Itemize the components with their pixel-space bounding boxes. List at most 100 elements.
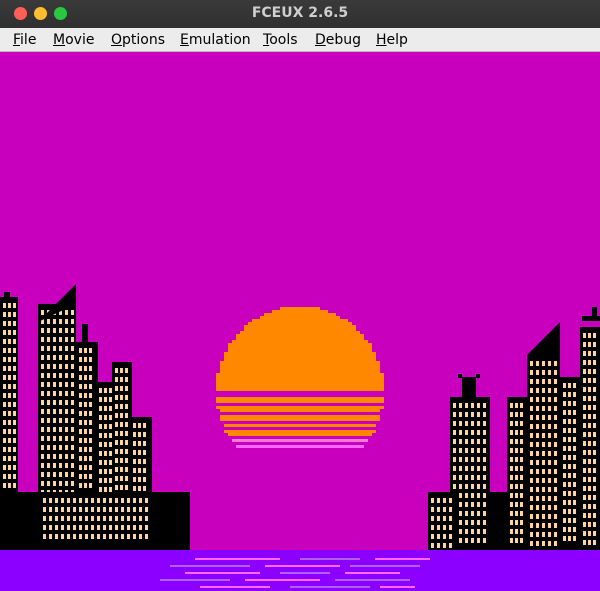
window-title: FCEUX 2.6.5 bbox=[251, 5, 349, 21]
building-window bbox=[588, 333, 591, 338]
building-window bbox=[477, 538, 480, 543]
building-window bbox=[53, 472, 56, 477]
building-window bbox=[8, 420, 11, 425]
building-window bbox=[13, 411, 16, 416]
building-window bbox=[109, 507, 112, 512]
building-window bbox=[120, 485, 123, 490]
reflection-line bbox=[345, 572, 400, 574]
building-window bbox=[71, 328, 74, 333]
building-window bbox=[568, 491, 571, 496]
building-window bbox=[465, 439, 468, 444]
building-window bbox=[89, 420, 92, 425]
menu-emulation[interactable]: Emulation bbox=[180, 32, 251, 48]
building-window bbox=[593, 351, 596, 356]
building-window bbox=[125, 440, 128, 445]
building-window bbox=[515, 439, 518, 444]
building-window bbox=[47, 328, 50, 333]
building-window bbox=[59, 454, 62, 459]
building-window bbox=[97, 534, 100, 539]
building-window bbox=[85, 516, 88, 521]
building-window bbox=[583, 351, 586, 356]
building-window bbox=[588, 513, 591, 518]
building-window bbox=[3, 456, 6, 461]
building-window bbox=[125, 431, 128, 436]
building-window bbox=[515, 457, 518, 462]
menu-options[interactable]: Options bbox=[111, 32, 165, 48]
building-window bbox=[593, 414, 596, 419]
building-window bbox=[548, 478, 551, 483]
building-window bbox=[65, 454, 68, 459]
building-window bbox=[115, 476, 118, 481]
building-window bbox=[104, 406, 107, 411]
building-window bbox=[548, 397, 551, 402]
title-bar[interactable]: FCEUX 2.6.5 bbox=[0, 0, 600, 28]
building-window bbox=[8, 321, 11, 326]
menu-help[interactable]: Help bbox=[376, 32, 408, 48]
building-window bbox=[515, 430, 518, 435]
menu-file[interactable]: File bbox=[13, 32, 36, 48]
building-window bbox=[483, 538, 486, 543]
building-window bbox=[138, 459, 141, 464]
building-window bbox=[133, 441, 136, 446]
building-window bbox=[71, 337, 74, 342]
building-window bbox=[477, 412, 480, 417]
building-window bbox=[542, 523, 545, 528]
building-window bbox=[583, 387, 586, 392]
building-window bbox=[515, 448, 518, 453]
building-window bbox=[443, 525, 446, 530]
building-window bbox=[79, 429, 82, 434]
building-window bbox=[125, 377, 128, 382]
building-window bbox=[554, 460, 557, 465]
building-window bbox=[471, 493, 474, 498]
building-window bbox=[542, 451, 545, 456]
building-window bbox=[3, 402, 6, 407]
building-window bbox=[573, 527, 576, 532]
building-window bbox=[79, 447, 82, 452]
building-window bbox=[120, 449, 123, 454]
building-window bbox=[89, 375, 92, 380]
menu-movie[interactable]: Movie bbox=[53, 32, 94, 48]
building-window bbox=[79, 420, 82, 425]
building-window bbox=[573, 401, 576, 406]
building-window bbox=[510, 439, 513, 444]
building-window bbox=[115, 467, 118, 472]
building-window bbox=[483, 493, 486, 498]
building-window bbox=[71, 481, 74, 486]
building-window bbox=[91, 507, 94, 512]
building-window bbox=[73, 525, 76, 530]
game-screen[interactable] bbox=[0, 52, 600, 591]
building-window bbox=[530, 496, 533, 501]
building-window bbox=[583, 459, 586, 464]
building-window bbox=[133, 450, 136, 455]
menu-tools[interactable]: Tools bbox=[263, 32, 298, 48]
building-window bbox=[143, 423, 146, 428]
menu-debug[interactable]: Debug bbox=[315, 32, 361, 48]
building-window bbox=[133, 525, 136, 530]
building bbox=[507, 397, 527, 550]
building-window bbox=[127, 516, 130, 521]
building-window bbox=[125, 386, 128, 391]
building-window bbox=[67, 516, 70, 521]
building-window bbox=[459, 484, 462, 489]
building-window bbox=[536, 361, 539, 366]
building-window bbox=[530, 505, 533, 510]
building-window bbox=[73, 534, 76, 539]
building-window bbox=[13, 312, 16, 317]
building-window bbox=[465, 466, 468, 471]
building-window bbox=[471, 430, 474, 435]
building-window bbox=[84, 474, 87, 479]
building-window bbox=[65, 364, 68, 369]
building-window bbox=[471, 457, 474, 462]
building-window bbox=[520, 439, 523, 444]
reflection-line bbox=[290, 586, 370, 588]
building-window bbox=[459, 511, 462, 516]
building-window bbox=[477, 493, 480, 498]
building-window bbox=[59, 400, 62, 405]
building-window bbox=[563, 464, 566, 469]
building-window bbox=[554, 433, 557, 438]
building-window bbox=[43, 516, 46, 521]
building-window bbox=[47, 427, 50, 432]
building-window bbox=[536, 469, 539, 474]
building-window bbox=[8, 465, 11, 470]
building-window bbox=[530, 397, 533, 402]
